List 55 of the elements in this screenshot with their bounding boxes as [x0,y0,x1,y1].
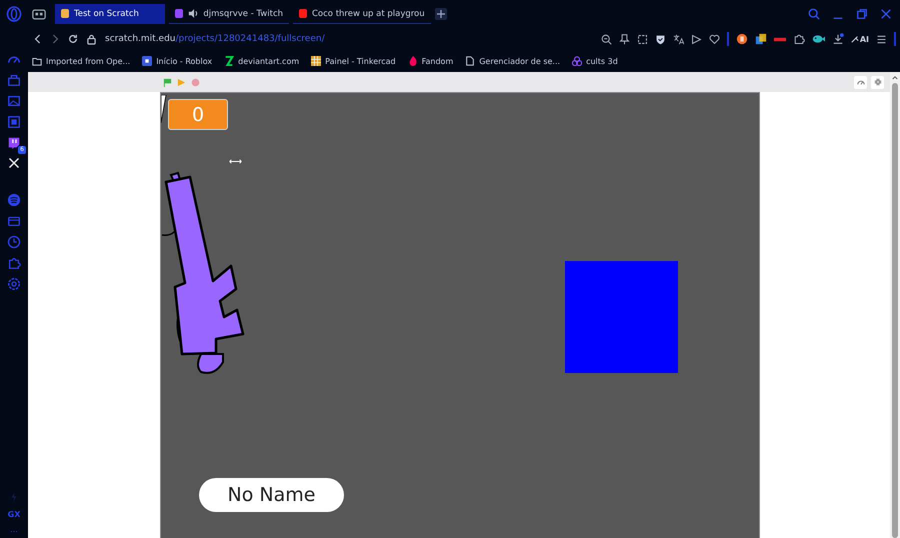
score-display: 0 [168,99,228,130]
stacked-squares-icon[interactable] [754,33,767,45]
bar-icon[interactable] [774,36,786,42]
scrollbar[interactable] [890,72,900,538]
zoom-out-icon[interactable] [600,34,612,44]
exit-fullscreen-button[interactable] [871,76,884,88]
puzzle-piece-icon[interactable] [792,33,805,45]
speaker-icon[interactable] [188,8,198,19]
lock-icon [87,34,96,44]
bookmark-item[interactable]: cults 3d [572,56,618,66]
wallet-icon[interactable] [7,214,21,228]
bookmark-item[interactable]: Painel - Tinkercad [311,56,396,66]
bookmark-item[interactable]: Gerenciador de se... [465,56,560,66]
clock-icon[interactable] [7,235,21,249]
browser-logo-icon[interactable] [6,6,22,22]
menu-icon[interactable] [876,34,887,44]
search-icon[interactable] [808,8,820,20]
name-label: No Name [199,478,344,512]
download-icon[interactable] [832,33,844,45]
wand-icon [850,35,859,43]
selection-icon[interactable] [636,34,648,44]
browser-tab[interactable]: Test on Scratch [55,4,165,24]
chat-bubble-icon[interactable] [7,136,21,150]
bookmark-item[interactable]: Início - Roblox [142,56,212,66]
settings-icon[interactable] [7,277,21,291]
new-tab-button[interactable] [434,8,447,20]
gauge-icon [856,78,864,86]
close-icon[interactable] [880,8,892,20]
music-circle-icon[interactable] [7,193,21,207]
sidebar-toggle-icon[interactable] [32,8,46,20]
shield-icon[interactable] [654,34,666,44]
browser-tab[interactable]: Coco threw up at playgrou [293,4,431,24]
sprite-edge-drawing [161,95,167,125]
bookmark-item[interactable]: Imported from Ope... [32,56,130,66]
shopping-bag-icon[interactable] [7,73,21,87]
restore-icon[interactable] [856,8,868,20]
reload-icon[interactable] [68,34,78,44]
collapse-icon [874,78,882,86]
resize-cursor-icon [228,159,243,164]
extension-badge-icon[interactable] [736,33,748,45]
x-letter-icon[interactable] [8,157,20,169]
ai-button[interactable]: AI [850,34,869,44]
translate-icon[interactable] [672,34,684,44]
plus-icon [436,10,445,18]
bookmark-item[interactable]: deviantart.com [224,56,300,66]
framed-square-icon[interactable] [7,115,21,129]
image-icon[interactable] [7,94,21,108]
browser-tab[interactable]: djmsqrvve - Twitch [169,4,289,24]
turbo-button[interactable] [854,76,867,88]
fish-icon[interactable] [812,33,825,45]
pin-icon[interactable] [618,34,630,44]
send-icon[interactable] [690,34,702,44]
bookmark-item[interactable]: Fandom [408,56,454,66]
address-field[interactable]: scratch.mit.edu/projects/1280241483/fullscreen/ [105,34,325,44]
heart-icon[interactable] [708,34,720,44]
